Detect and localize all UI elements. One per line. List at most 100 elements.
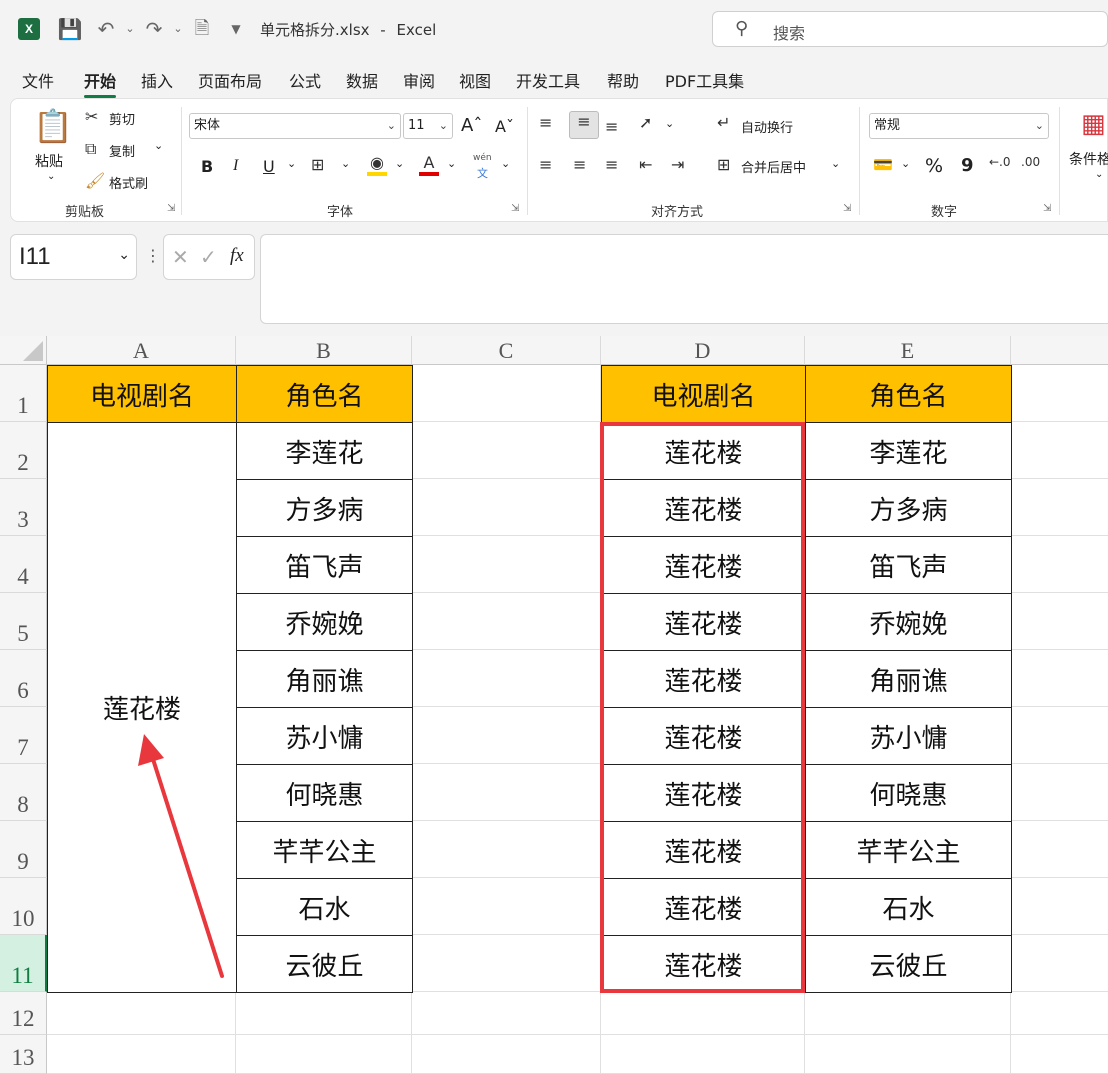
font-launcher-icon[interactable]: ⇲ bbox=[511, 203, 519, 214]
row-header-7[interactable]: 7 bbox=[0, 707, 47, 764]
column-header-d[interactable]: D bbox=[601, 336, 805, 365]
customize-toolbar-icon[interactable]: ▼ bbox=[222, 14, 250, 44]
confirm-icon[interactable]: ✓ bbox=[200, 245, 217, 269]
conditional-format-button[interactable]: 条件格 bbox=[1069, 149, 1108, 169]
cell-b12[interactable] bbox=[236, 992, 412, 1035]
tab-view[interactable]: 视图 bbox=[459, 68, 491, 92]
cell-b3[interactable]: 方多病 bbox=[236, 479, 413, 537]
cell-c4[interactable] bbox=[412, 536, 601, 593]
cell-f13[interactable] bbox=[1011, 1035, 1108, 1074]
cell-f1[interactable] bbox=[1011, 365, 1108, 422]
cell-c10[interactable] bbox=[412, 878, 601, 935]
copy-button[interactable]: 复制 bbox=[109, 141, 135, 160]
cell-d9[interactable]: 莲花楼 bbox=[601, 821, 806, 879]
cell-c2[interactable] bbox=[412, 422, 601, 479]
align-center-icon[interactable]: ≡ bbox=[573, 155, 586, 174]
select-all-corner[interactable] bbox=[0, 336, 47, 365]
border-dropdown-icon[interactable]: ⌄ bbox=[341, 157, 350, 170]
cell-f5[interactable] bbox=[1011, 593, 1108, 650]
cell-d12[interactable] bbox=[601, 992, 805, 1035]
cell-f4[interactable] bbox=[1011, 536, 1108, 593]
cell-b1-header[interactable]: 角色名 bbox=[236, 365, 413, 423]
clipboard-launcher-icon[interactable]: ⇲ bbox=[167, 203, 175, 214]
underline-button[interactable]: U bbox=[263, 157, 275, 176]
cell-b4[interactable]: 笛飞声 bbox=[236, 536, 413, 594]
number-format-select[interactable]: 常规 ⌄ bbox=[869, 113, 1049, 139]
conditional-format-dropdown-icon[interactable]: ⌄ bbox=[1095, 169, 1103, 180]
cell-f10[interactable] bbox=[1011, 878, 1108, 935]
row-header-9[interactable]: 9 bbox=[0, 821, 47, 878]
currency-dropdown-icon[interactable]: ⌄ bbox=[901, 157, 910, 170]
cell-d13[interactable] bbox=[601, 1035, 805, 1074]
cell-c1[interactable] bbox=[412, 365, 601, 422]
tab-home[interactable]: 开始 bbox=[84, 68, 117, 98]
orientation-icon[interactable]: ➚ bbox=[639, 113, 652, 132]
merge-center-dropdown-icon[interactable]: ⌄ bbox=[831, 157, 840, 170]
tab-help[interactable]: 帮助 bbox=[607, 68, 639, 92]
cell-b11[interactable]: 云彼丘 bbox=[236, 935, 413, 993]
cell-c13[interactable] bbox=[412, 1035, 601, 1074]
orientation-dropdown-icon[interactable]: ⌄ bbox=[665, 117, 674, 130]
copy-icon[interactable]: ⧉ bbox=[85, 139, 96, 159]
cell-c11[interactable] bbox=[412, 935, 601, 992]
cell-e5[interactable]: 乔婉娩 bbox=[805, 593, 1012, 651]
row-header-2[interactable]: 2 bbox=[0, 422, 47, 479]
decrease-decimal-icon[interactable]: .00 bbox=[1021, 155, 1040, 169]
cell-e2[interactable]: 李莲花 bbox=[805, 422, 1012, 480]
cell-d11[interactable]: 莲花楼 bbox=[601, 935, 806, 993]
copy-dropdown-icon[interactable]: ⌄ bbox=[154, 139, 163, 152]
cell-c9[interactable] bbox=[412, 821, 601, 878]
cell-c8[interactable] bbox=[412, 764, 601, 821]
row-header-12[interactable]: 12 bbox=[0, 992, 47, 1035]
column-header-b[interactable]: B bbox=[236, 336, 412, 365]
cell-e9[interactable]: 芊芊公主 bbox=[805, 821, 1012, 879]
underline-dropdown-icon[interactable]: ⌄ bbox=[287, 157, 296, 170]
cell-d1-header[interactable]: 电视剧名 bbox=[601, 365, 806, 423]
row-header-11[interactable]: 11 bbox=[0, 935, 47, 992]
paste-dropdown-icon[interactable]: ⌄ bbox=[47, 171, 55, 182]
percent-button[interactable]: % bbox=[925, 155, 943, 177]
cell-d4[interactable]: 莲花楼 bbox=[601, 536, 806, 594]
border-icon[interactable]: ⊞ bbox=[311, 155, 324, 174]
cell-d6[interactable]: 莲花楼 bbox=[601, 650, 806, 708]
paste-button[interactable]: 粘贴 bbox=[35, 151, 63, 171]
cell-b6[interactable]: 角丽谯 bbox=[236, 650, 413, 708]
cell-d3[interactable]: 莲花楼 bbox=[601, 479, 806, 537]
cell-b5[interactable]: 乔婉娩 bbox=[236, 593, 413, 651]
name-box[interactable]: I11 ⌄ bbox=[10, 234, 137, 280]
row-header-10[interactable]: 10 bbox=[0, 878, 47, 935]
cell-f12[interactable] bbox=[1011, 992, 1108, 1035]
cell-f7[interactable] bbox=[1011, 707, 1108, 764]
cell-e6[interactable]: 角丽谯 bbox=[805, 650, 1012, 708]
cell-c6[interactable] bbox=[412, 650, 601, 707]
font-name-select[interactable]: 宋体 ⌄ bbox=[189, 113, 401, 139]
tab-developer[interactable]: 开发工具 bbox=[516, 68, 580, 92]
cell-e10[interactable]: 石水 bbox=[805, 878, 1012, 936]
font-color-dropdown-icon[interactable]: ⌄ bbox=[447, 157, 456, 170]
column-header-f[interactable] bbox=[1011, 336, 1108, 365]
cell-d5[interactable]: 莲花楼 bbox=[601, 593, 806, 651]
tab-data[interactable]: 数据 bbox=[346, 68, 378, 92]
align-right-icon[interactable]: ≡ bbox=[605, 155, 618, 174]
cut-button[interactable]: 剪切 bbox=[109, 109, 135, 128]
cell-e8[interactable]: 何晓惠 bbox=[805, 764, 1012, 822]
phonetic-icon[interactable]: wén bbox=[473, 153, 492, 163]
cell-e12[interactable] bbox=[805, 992, 1011, 1035]
tab-page-layout[interactable]: 页面布局 bbox=[198, 68, 262, 92]
tab-formulas[interactable]: 公式 bbox=[289, 68, 321, 92]
comma-style-button[interactable]: 9 bbox=[961, 155, 974, 176]
increase-indent-icon[interactable]: ⇥ bbox=[671, 155, 684, 174]
cell-a12[interactable] bbox=[47, 992, 236, 1035]
cell-d7[interactable]: 莲花楼 bbox=[601, 707, 806, 765]
cell-f11[interactable] bbox=[1011, 935, 1108, 992]
tab-pdf-tools[interactable]: PDF工具集 bbox=[665, 68, 744, 92]
row-header-6[interactable]: 6 bbox=[0, 650, 47, 707]
column-header-e[interactable]: E bbox=[805, 336, 1011, 365]
row-header-13[interactable]: 13 bbox=[0, 1035, 47, 1074]
save-icon[interactable]: 💾 bbox=[56, 14, 84, 44]
alignment-launcher-icon[interactable]: ⇲ bbox=[843, 203, 851, 214]
cell-c5[interactable] bbox=[412, 593, 601, 650]
cell-e1-header[interactable]: 角色名 bbox=[805, 365, 1012, 423]
format-painter-icon[interactable]: 🖌 bbox=[85, 171, 105, 190]
cell-b9[interactable]: 芊芊公主 bbox=[236, 821, 413, 879]
